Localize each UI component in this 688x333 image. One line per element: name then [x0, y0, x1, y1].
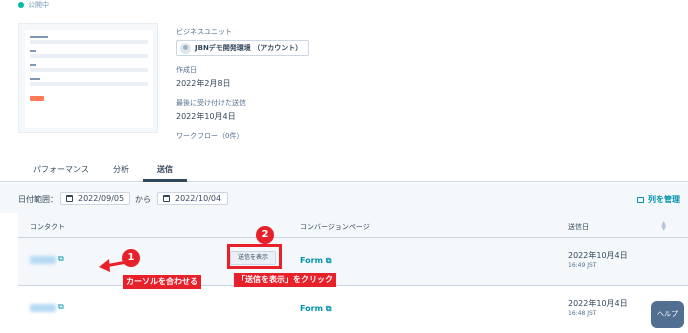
- conversion-page-link[interactable]: Form ⧉: [300, 304, 331, 314]
- step-1-badge: 1: [122, 249, 140, 267]
- submission-date: 2022年10月4日: [568, 299, 628, 308]
- workflow-label: ワークフロー（0件）: [176, 132, 244, 140]
- form-preview-card: [25, 30, 153, 128]
- external-link-icon[interactable]: ⧉: [58, 302, 64, 312]
- preview-field: [30, 68, 148, 72]
- tab-bar: パフォーマンス 分析 送信: [0, 158, 688, 182]
- columns-icon: [637, 196, 644, 203]
- step-2-badge: 2: [256, 226, 274, 244]
- contact-name-blurred[interactable]: [30, 304, 56, 312]
- column-header-submitted[interactable]: 送信日: [568, 222, 589, 232]
- preview-field: [30, 82, 148, 86]
- preview-field: [30, 54, 148, 58]
- form-details: ビジネスユニット JBNデモ開発環境 （アカウント） 作成日 2022年2月8日…: [176, 27, 310, 141]
- submission-date: 2022年10月4日: [568, 251, 628, 260]
- calendar-icon: [163, 195, 170, 202]
- column-header-contact[interactable]: コンタクト: [30, 222, 65, 232]
- conversion-page-text: Form: [300, 304, 323, 313]
- date-range-connector: から: [135, 195, 151, 204]
- contact-name-blurred[interactable]: [30, 256, 56, 264]
- tab-analytics[interactable]: 分析: [113, 164, 129, 175]
- table-row[interactable]: ⧉ Form ⧉ 2022年10月4日 16:48 JST: [18, 286, 688, 333]
- conversion-page-text: Form: [300, 256, 323, 265]
- start-date-value: 2022/09/05: [78, 194, 125, 203]
- manage-columns-button[interactable]: 列を管理: [637, 194, 680, 205]
- start-date-input[interactable]: 2022/09/05: [60, 192, 130, 205]
- created-value: 2022年2月8日: [176, 79, 231, 88]
- last-submission-label: 最後に受け付けた送信: [176, 99, 246, 107]
- highlight-box: [227, 244, 282, 269]
- preview-label: [30, 50, 36, 52]
- business-unit-label: ビジネスユニット: [176, 28, 232, 36]
- last-submission-value: 2022年10月4日: [176, 112, 236, 121]
- status-indicator: 公開中: [18, 0, 49, 10]
- external-link-icon[interactable]: ⧉: [58, 254, 64, 264]
- tab-submissions[interactable]: 送信: [157, 164, 173, 175]
- sort-icon[interactable]: ▲ ▼: [661, 221, 666, 232]
- filter-bar: 日付範囲： 2022/09/05 から 2022/10/04 列を管理: [0, 183, 688, 213]
- status-dot-icon: [18, 2, 24, 8]
- preview-label: [30, 78, 40, 80]
- active-tab-indicator: [143, 179, 187, 182]
- step-1-callout: カーソルを合わせる: [123, 275, 201, 289]
- date-range-label: 日付範囲：: [18, 195, 58, 204]
- preview-submit-button: [30, 96, 44, 101]
- preview-label: [30, 36, 48, 38]
- end-date-input[interactable]: 2022/10/04: [157, 192, 228, 205]
- column-header-conversion-page[interactable]: コンバージョンページ: [300, 222, 370, 232]
- step-2-callout: 「送信を表示」をクリック: [234, 273, 336, 287]
- tab-performance[interactable]: パフォーマンス: [33, 164, 89, 175]
- help-button[interactable]: ヘルプ: [651, 301, 684, 328]
- business-unit-value: JBNデモ開発環境 （アカウント）: [195, 44, 303, 52]
- end-date-value: 2022/10/04: [175, 194, 222, 203]
- manage-columns-label: 列を管理: [648, 195, 680, 204]
- submission-time: 16:49 JST: [568, 262, 597, 269]
- created-label: 作成日: [176, 66, 197, 74]
- business-unit-chip: JBNデモ開発環境 （アカウント）: [176, 40, 310, 56]
- calendar-icon: [66, 195, 73, 202]
- preview-field: [30, 40, 148, 44]
- preview-label: [30, 64, 36, 66]
- business-unit-avatar-icon: [180, 42, 191, 54]
- conversion-page-link[interactable]: Form ⧉: [300, 256, 331, 266]
- submission-time: 16:48 JST: [568, 310, 597, 317]
- form-preview-thumbnail[interactable]: [18, 23, 158, 133]
- status-label: 公開中: [28, 1, 49, 9]
- table-header: コンタクト コンバージョンページ 送信日 ▲ ▼: [18, 213, 688, 238]
